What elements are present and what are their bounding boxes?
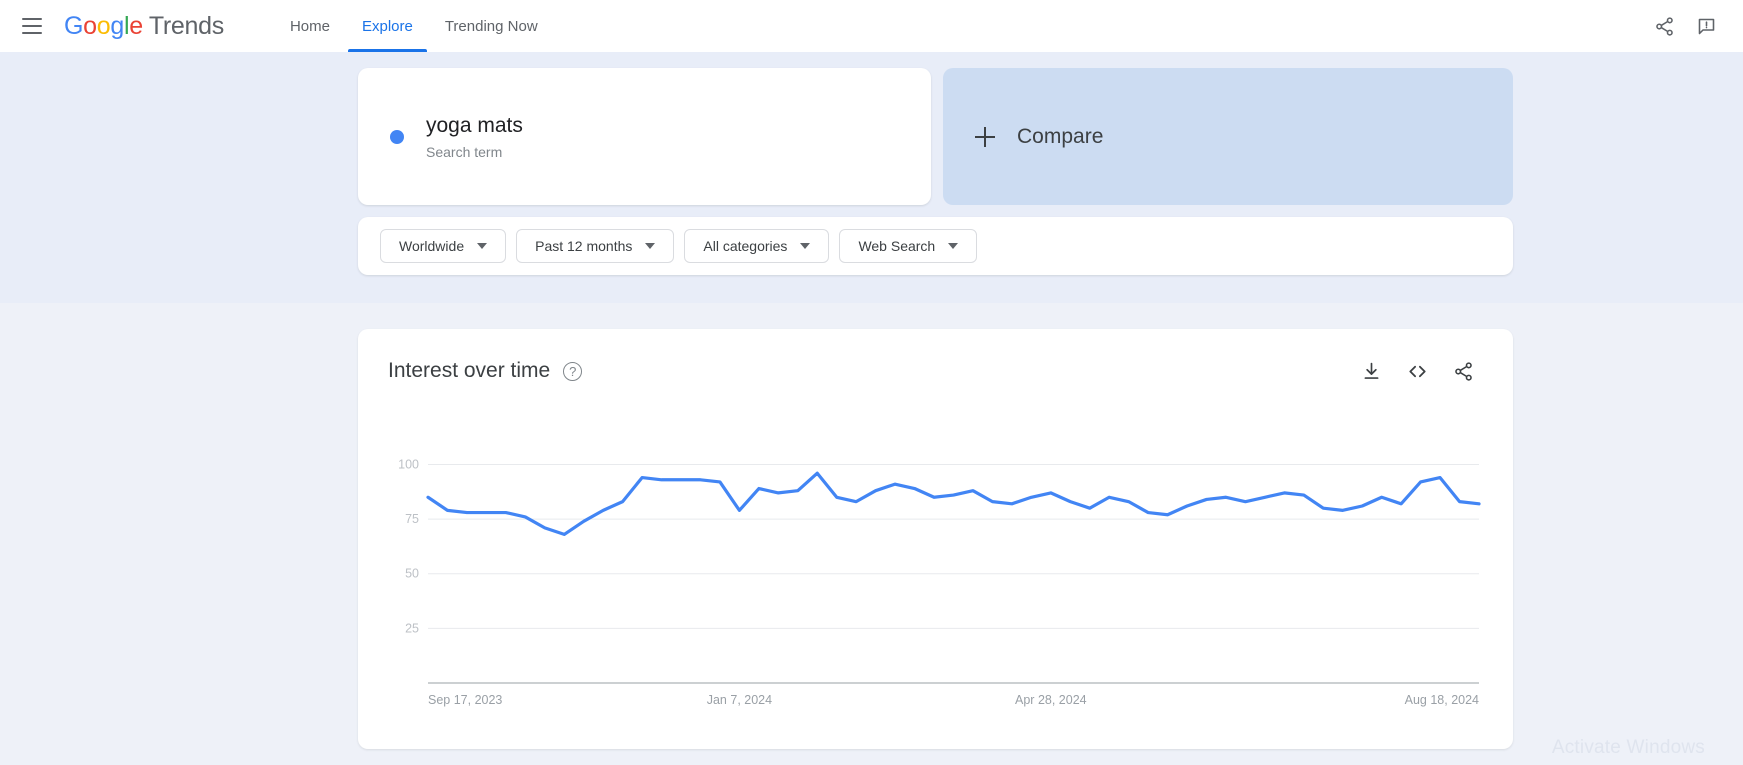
time-range-filter-label: Past 12 months [535,238,633,254]
time-range-filter[interactable]: Past 12 months [516,229,675,263]
chevron-down-icon [800,243,811,249]
location-filter[interactable]: Worldwide [380,229,507,263]
google-trends-logo[interactable]: Google Trends [64,12,224,41]
hamburger-menu-icon[interactable] [10,4,54,48]
google-wordmark: Google [64,11,143,40]
svg-text:25: 25 [405,621,419,635]
nav-item-explore[interactable]: Explore [346,0,429,52]
chevron-down-icon [645,243,656,249]
trends-wordmark: Trends [148,11,224,40]
svg-text:Jan 7, 2024: Jan 7, 2024 [707,693,772,707]
windows-activation-watermark: Activate Windows [1551,737,1705,758]
plus-icon [975,126,995,147]
chart-title: Interest over time [388,359,551,382]
search-type-filter[interactable]: Web Search [839,229,978,263]
nav-item-trending-now-label: Trending Now [444,17,538,35]
search-type-filter-label: Web Search [858,238,936,254]
chevron-down-icon [948,243,959,249]
interest-over-time-plot[interactable]: 25 50 75 100 Sep 17, 2023 Jan 7, 2024 Apr 28, … [388,439,1483,729]
svg-text:75: 75 [405,512,419,526]
chevron-down-icon [477,243,488,249]
line-chart-svg: 25 50 75 100 Sep 17, 2023 Jan 7, 2024 Apr 28, … [398,457,1481,707]
location-filter-label: Worldwide [399,238,465,254]
nav-item-home-label: Home [289,17,330,35]
compare-button[interactable]: Compare [943,68,1513,205]
share-chart-icon[interactable] [1447,355,1479,387]
query-band-inner: yoga mats Search term Compare Worldwide … [358,68,1513,275]
download-csv-icon[interactable] [1355,355,1387,387]
search-term-type: Search term [426,143,503,160]
search-terms-row: yoga mats Search term Compare [358,68,1513,205]
app-header: Google Trends Home Explore Trending Now [0,0,1743,52]
search-term-texts: yoga mats Search term [426,113,523,159]
embed-code-icon[interactable] [1401,355,1433,387]
search-term-label: yoga mats [426,114,523,138]
series-color-dot [390,129,404,144]
filters-bar: Worldwide Past 12 months All categories … [358,217,1513,275]
category-filter[interactable]: All categories [684,229,830,263]
share-icon[interactable] [1643,5,1685,47]
query-band: yoga mats Search term Compare Worldwide … [0,52,1743,303]
category-filter-label: All categories [703,238,788,254]
compare-label: Compare [1017,124,1104,148]
main-content: Interest over time ? 25 50 75 100 Sep 17… [0,303,1743,758]
feedback-icon[interactable] [1685,5,1727,47]
chart-header: Interest over time ? [388,355,1479,387]
chart-actions [1355,355,1479,387]
help-icon[interactable]: ? [563,361,583,381]
svg-text:100: 100 [398,457,419,471]
nav-item-explore-label: Explore [361,17,413,35]
svg-text:Sep 17, 2023: Sep 17, 2023 [428,693,502,707]
svg-text:Apr 28, 2024: Apr 28, 2024 [1015,693,1087,707]
svg-text:50: 50 [405,567,419,581]
nav-item-trending-now[interactable]: Trending Now [429,0,554,52]
svg-text:Aug 18, 2024: Aug 18, 2024 [1405,693,1479,707]
interest-over-time-card: Interest over time ? 25 50 75 100 Sep 17… [358,329,1513,749]
search-term-card[interactable]: yoga mats Search term [358,68,931,205]
nav-item-home[interactable]: Home [274,0,346,52]
main-nav: Home Explore Trending Now [274,0,554,52]
